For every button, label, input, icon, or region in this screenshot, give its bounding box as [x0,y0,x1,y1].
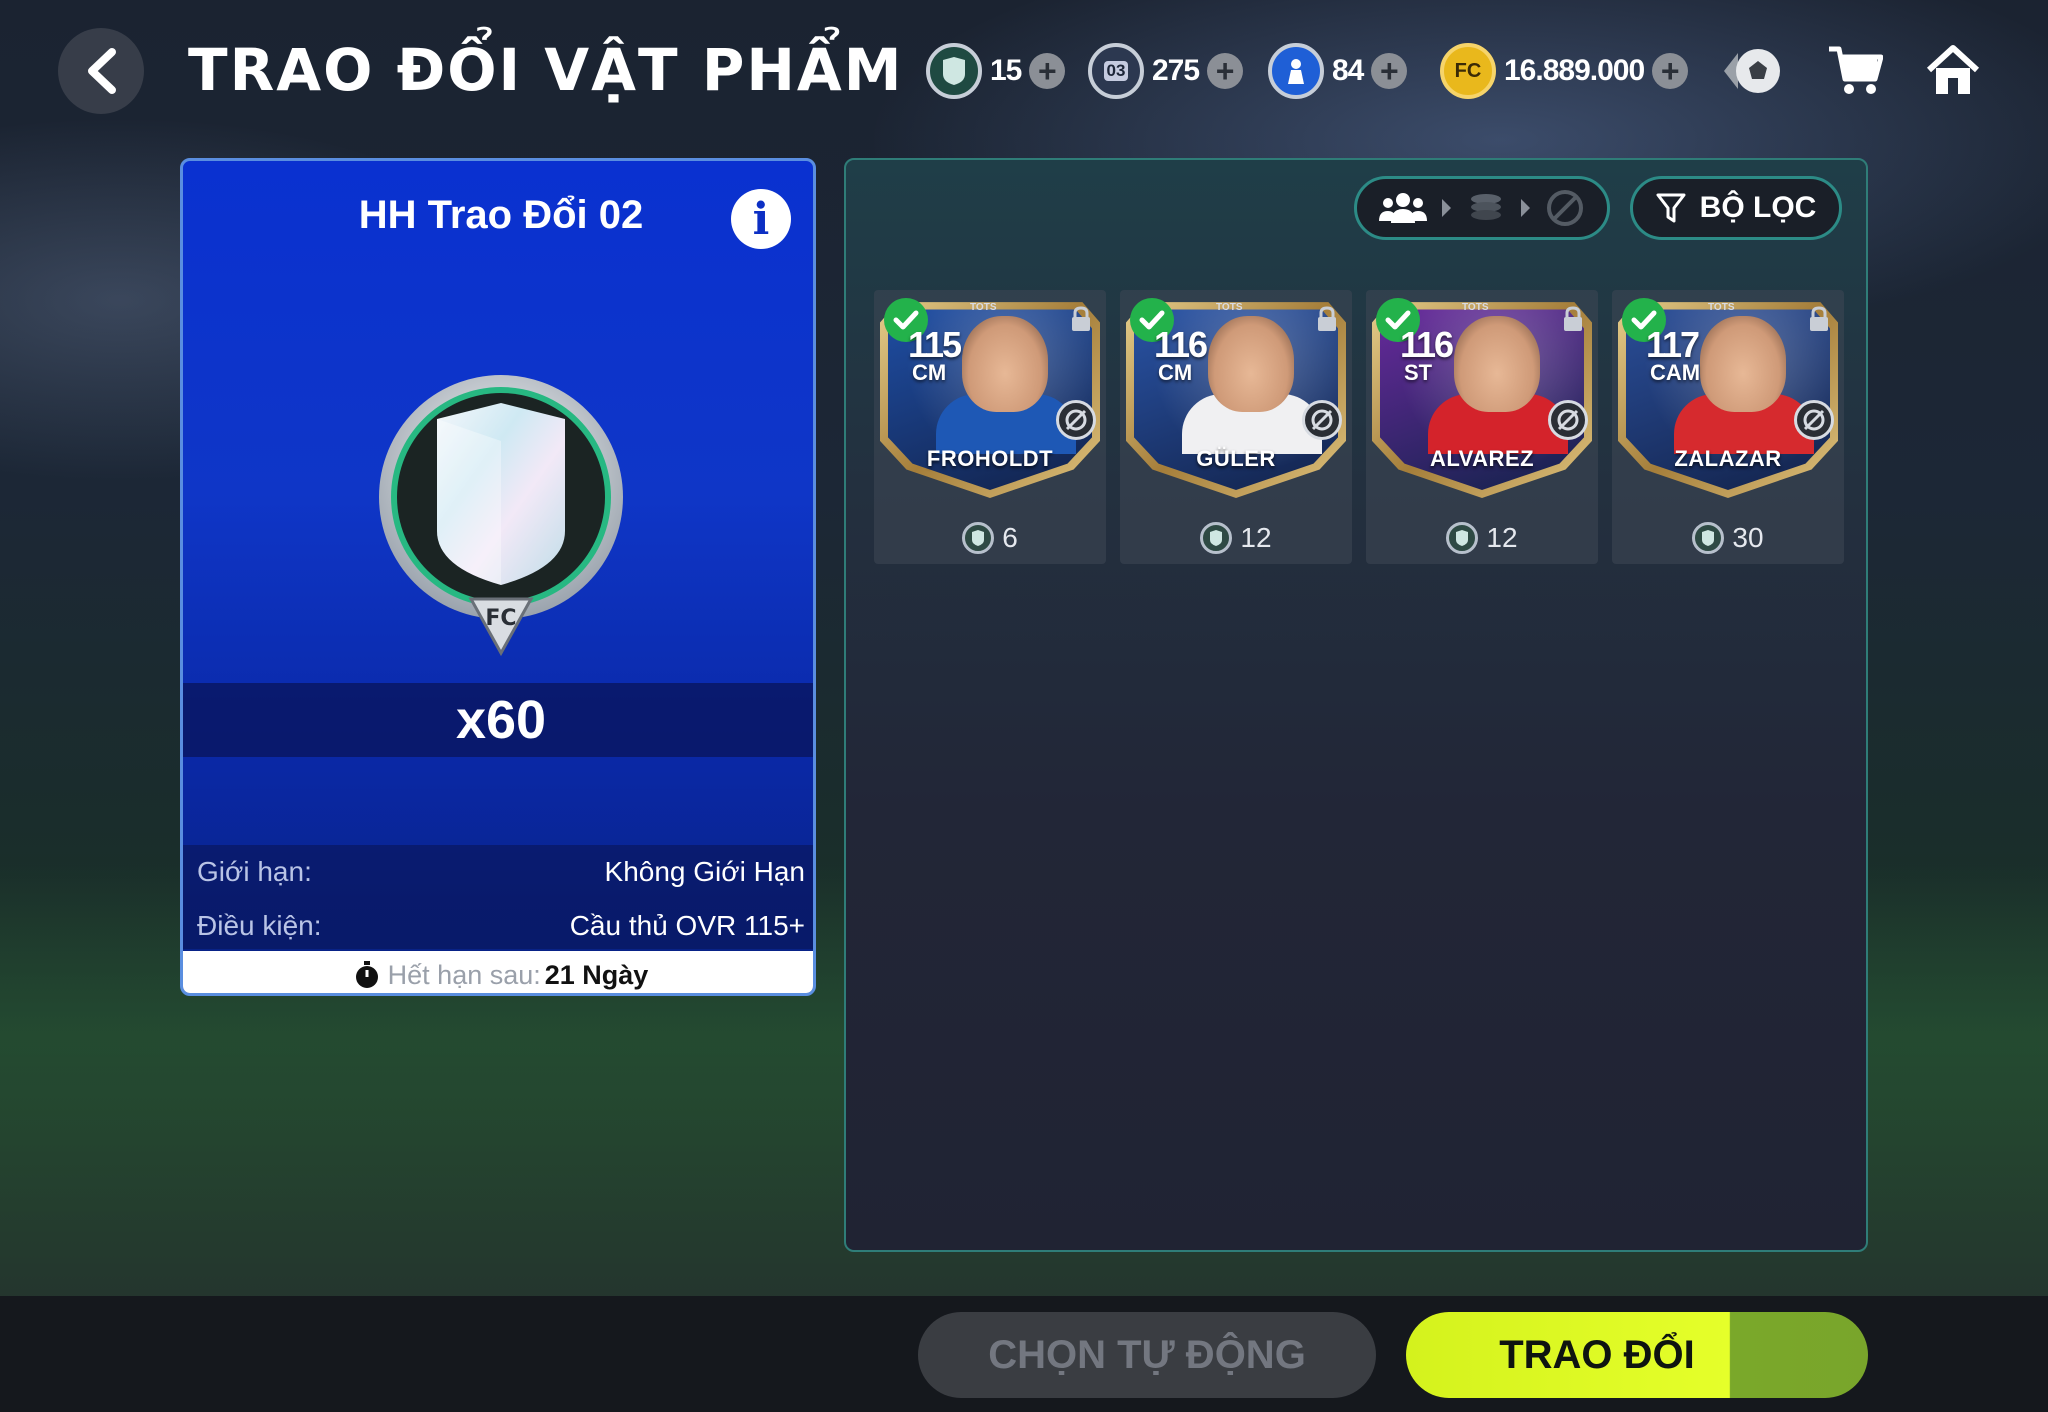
player-card[interactable]: TOTS 115 CM FROHOLDT 6 [874,290,1106,564]
player-card[interactable]: TOTS 116 CM GÜLER 12 [1120,290,1352,564]
trade-button[interactable]: TRAO ĐỔI [1406,1312,1868,1398]
coins-stack-icon [1470,194,1501,220]
player-position: CM [912,360,947,385]
svg-text:FC: FC [485,606,516,631]
chevron-left-icon [88,48,116,94]
player-position: CAM [1650,360,1701,385]
chevron-right-icon [1521,199,1531,217]
player-selection-panel: BỘ LỌC TOTS 115 CM FROHOLDT 6 TOTS 116 C… [844,158,1868,1252]
untradeable-icon [1302,400,1342,440]
info-icon[interactable]: i [731,189,791,249]
player-card-list: TOTS 115 CM FROHOLDT 6 TOTS 116 CM GÜLER… [874,290,1844,564]
filter-button[interactable]: BỘ LỌC [1630,176,1842,240]
limit-row: Giới hạn: Không Giới Hạn [183,845,813,899]
ball-icon[interactable] [1720,38,1786,104]
card-cost: 6 [874,522,1106,554]
page-title: TRAO ĐỔI VẬT PHẨM [188,36,904,104]
card-program-badge: TOTS [970,302,997,313]
shield-token-icon [926,43,982,99]
card-cost-value: 12 [1240,522,1272,553]
sort-steps-toggle[interactable] [1354,176,1610,240]
add-fc-coin-button[interactable]: + [1652,53,1689,89]
currency-card-03: 03 275 + [1088,40,1244,102]
lock-icon[interactable] [1808,306,1830,337]
player-card[interactable]: TOTS 117 CAM ZALAZAR 30 [1612,290,1844,564]
add-shield-token-button[interactable]: + [1029,53,1066,89]
add-card-03-button[interactable]: + [1207,53,1244,89]
card-cost: 12 [1120,522,1352,554]
expiry-bar: Hết hạn sau: 21 Ngày [183,951,813,993]
card-cost: 12 [1366,522,1598,554]
shield-token-icon [962,522,995,554]
fc-coin-icon: FC [1440,43,1496,99]
card-03-count: 275 [1152,54,1200,87]
player-name: ZALAZAR [1674,446,1782,471]
shield-pack-icon: FC [375,371,627,661]
player-name: FROHOLDT [926,446,1054,471]
filter-label: BỘ LỌC [1699,191,1817,224]
card-cost-value: 12 [1486,522,1518,553]
condition-row: Điều kiện: Cầu thủ OVR 115+ [183,899,813,953]
add-player-token-button[interactable]: + [1371,53,1408,89]
currency-fc-coin: FC 16.889.000 + [1440,40,1689,102]
player-name: GÜLER [1196,446,1276,471]
lock-icon[interactable] [1070,306,1092,337]
auto-select-button[interactable]: CHỌN TỰ ĐỘNG [918,1312,1376,1398]
filter-icon [1656,193,1686,223]
lock-icon[interactable] [1316,306,1338,337]
exchange-quantity: x60 [183,683,813,757]
untradeable-icon [1056,400,1096,440]
chevron-right-icon [1441,199,1451,217]
limit-label: Giới hạn: [197,856,312,887]
card-program-badge: TOTS [1708,302,1735,313]
player-position: CM [1158,360,1193,385]
player-token-count: 84 [1332,54,1364,87]
lock-icon[interactable] [1562,306,1584,337]
shield-token-icon [1446,522,1479,554]
card-cost-value: 6 [1002,522,1018,553]
shield-token-icon [1692,522,1725,554]
player-portrait [1208,316,1294,412]
player-portrait [1700,316,1786,412]
home-icon[interactable] [1920,38,1986,104]
card-program-badge: TOTS [1462,302,1489,313]
shield-token-icon [1200,522,1233,554]
expiry-label: Hết hạn sau: [387,959,541,990]
player-card[interactable]: TOTS 116 ST ALVAREZ 12 [1366,290,1598,564]
fc-coin-count: 16.889.000 [1504,54,1645,87]
top-bar: TRAO ĐỔI VẬT PHẨM 15 + 03 275 + 84 + FC … [0,0,2048,140]
currency-shield-token: 15 + [926,40,1066,102]
currency-player-token: 84 + [1268,40,1408,102]
condition-value: Cầu thủ OVR 115+ [569,910,805,941]
exchange-item-panel: HH Trao Đổi 02 i FC x60 Giới hạn: Không … [180,158,816,996]
player-portrait [1454,316,1540,412]
card-program-badge: TOTS [1216,302,1243,313]
player-name: ALVAREZ [1429,446,1535,471]
untradeable-icon [1547,190,1584,226]
back-button[interactable] [58,28,144,114]
exchange-conditions: Giới hạn: Không Giới Hạn Điều kiện: Cầu … [183,845,813,949]
stopwatch-icon [355,961,378,988]
shield-token-count: 15 [990,54,1022,87]
player-token-icon [1268,43,1324,99]
condition-label: Điều kiện: [197,910,322,941]
cart-icon[interactable] [1822,38,1888,104]
expiry-value: 21 Ngày [544,959,649,990]
untradeable-icon [1794,400,1834,440]
card-cost: 30 [1612,522,1844,554]
player-position: ST [1404,360,1433,385]
exchange-item-title: HH Trao Đổi 02 [358,193,644,237]
card-cost-value: 30 [1732,522,1764,553]
limit-value: Không Giới Hạn [604,856,805,887]
players-group-icon [1378,193,1427,223]
player-portrait [962,316,1048,412]
untradeable-icon [1548,400,1588,440]
card-03-icon: 03 [1088,43,1144,99]
